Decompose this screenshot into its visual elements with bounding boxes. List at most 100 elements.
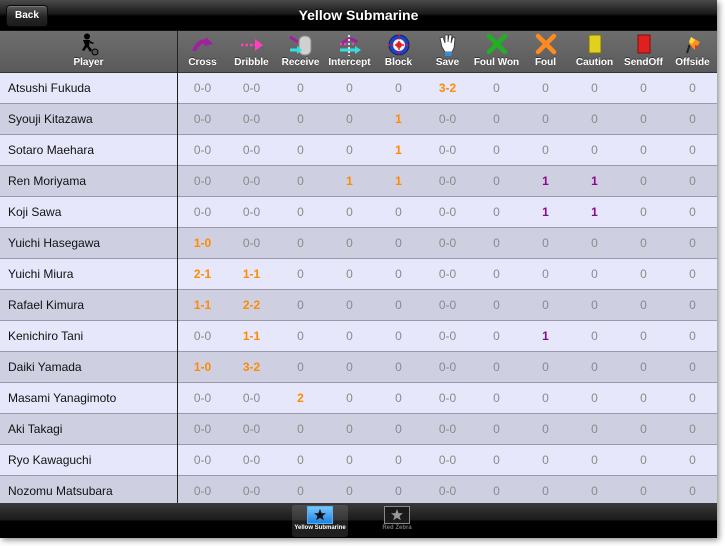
stat-cell-caution[interactable]: 0 <box>570 73 619 103</box>
stat-cell-save[interactable]: 0-0 <box>423 476 472 506</box>
stat-cell-intercept[interactable]: 0 <box>325 352 374 382</box>
stat-cell-intercept[interactable]: 0 <box>325 445 374 475</box>
header-dribble[interactable]: Dribble <box>227 31 276 72</box>
stat-cell-block[interactable]: 0 <box>374 259 423 289</box>
header-foul[interactable]: Foul <box>521 31 570 72</box>
stat-cell-sendoff[interactable]: 0 <box>619 414 668 444</box>
table-row[interactable]: Aki Takagi 0-0 0-0 0 0 0 0-0 0 0 0 0 0 <box>0 414 717 445</box>
stat-cell-dribble[interactable]: 2-2 <box>227 290 276 320</box>
stat-cell-receive[interactable]: 0 <box>276 259 325 289</box>
stat-cell-sendoff[interactable]: 0 <box>619 352 668 382</box>
table-row[interactable]: Masami Yanagimoto 0-0 0-0 2 0 0 0-0 0 0 0 0 0 <box>0 383 717 414</box>
stat-cell-cross[interactable]: 0-0 <box>178 104 227 134</box>
stat-cell-offside[interactable]: 0 <box>668 197 717 227</box>
stat-cell-foul[interactable]: 0 <box>521 228 570 258</box>
stat-cell-foul[interactable]: 0 <box>521 352 570 382</box>
stat-cell-foul[interactable]: 0 <box>521 445 570 475</box>
stat-cell-receive[interactable]: 0 <box>276 476 325 506</box>
stat-cell-offside[interactable]: 0 <box>668 135 717 165</box>
stat-cell-cross[interactable]: 2-1 <box>178 259 227 289</box>
stat-cell-receive[interactable]: 0 <box>276 445 325 475</box>
stat-cell-caution[interactable]: 0 <box>570 228 619 258</box>
stat-cell-foul_won[interactable]: 0 <box>472 73 521 103</box>
stat-cell-dribble[interactable]: 1-1 <box>227 321 276 351</box>
stat-cell-caution[interactable]: 0 <box>570 104 619 134</box>
stat-cell-block[interactable]: 0 <box>374 73 423 103</box>
table-row[interactable]: Ren Moriyama 0-0 0-0 0 1 1 0-0 0 1 1 0 0 <box>0 166 717 197</box>
table-row[interactable]: Yuichi Hasegawa 1-0 0-0 0 0 0 0-0 0 0 0 0 0 <box>0 228 717 259</box>
stat-cell-intercept[interactable]: 0 <box>325 73 374 103</box>
stat-cell-foul_won[interactable]: 0 <box>472 352 521 382</box>
stat-cell-caution[interactable]: 0 <box>570 476 619 506</box>
stat-cell-foul_won[interactable]: 0 <box>472 414 521 444</box>
stat-cell-cross[interactable]: 0-0 <box>178 166 227 196</box>
stat-cell-sendoff[interactable]: 0 <box>619 259 668 289</box>
stat-cell-caution[interactable]: 0 <box>570 135 619 165</box>
stat-cell-foul_won[interactable]: 0 <box>472 290 521 320</box>
stat-cell-offside[interactable]: 0 <box>668 383 717 413</box>
stat-cell-block[interactable]: 0 <box>374 197 423 227</box>
stat-cell-receive[interactable]: 0 <box>276 73 325 103</box>
stat-cell-save[interactable]: 0-0 <box>423 135 472 165</box>
stat-cell-save[interactable]: 0-0 <box>423 197 472 227</box>
stat-cell-block[interactable]: 0 <box>374 352 423 382</box>
stat-cell-foul[interactable]: 0 <box>521 104 570 134</box>
table-row[interactable]: Koji Sawa 0-0 0-0 0 0 0 0-0 0 1 1 0 0 <box>0 197 717 228</box>
stat-cell-offside[interactable]: 0 <box>668 104 717 134</box>
stat-cell-sendoff[interactable]: 0 <box>619 383 668 413</box>
stat-cell-dribble[interactable]: 0-0 <box>227 445 276 475</box>
stat-cell-offside[interactable]: 0 <box>668 290 717 320</box>
table-row[interactable]: Rafael Kimura 1-1 2-2 0 0 0 0-0 0 0 0 0 0 <box>0 290 717 321</box>
stat-cell-sendoff[interactable]: 0 <box>619 197 668 227</box>
header-player[interactable]: Player <box>0 31 177 72</box>
stat-cell-foul_won[interactable]: 0 <box>472 259 521 289</box>
stat-cell-sendoff[interactable]: 0 <box>619 166 668 196</box>
stat-cell-receive[interactable]: 0 <box>276 414 325 444</box>
stat-cell-block[interactable]: 0 <box>374 445 423 475</box>
table-row[interactable]: Yuichi Miura 2-1 1-1 0 0 0 0-0 0 0 0 0 0 <box>0 259 717 290</box>
stat-cell-receive[interactable]: 0 <box>276 166 325 196</box>
stat-cell-caution[interactable]: 0 <box>570 290 619 320</box>
stat-cell-dribble[interactable]: 0-0 <box>227 104 276 134</box>
stat-cell-foul_won[interactable]: 0 <box>472 135 521 165</box>
stat-cell-dribble[interactable]: 0-0 <box>227 197 276 227</box>
stat-cell-foul_won[interactable]: 0 <box>472 228 521 258</box>
stat-cell-foul[interactable]: 1 <box>521 197 570 227</box>
stat-cell-save[interactable]: 0-0 <box>423 414 472 444</box>
stat-cell-caution[interactable]: 0 <box>570 352 619 382</box>
header-offside[interactable]: Offside <box>668 31 717 72</box>
table-row[interactable]: Syouji Kitazawa 0-0 0-0 0 0 1 0-0 0 0 0 0 0 <box>0 104 717 135</box>
stat-cell-receive[interactable]: 2 <box>276 383 325 413</box>
stat-cell-offside[interactable]: 0 <box>668 259 717 289</box>
stat-cell-save[interactable]: 0-0 <box>423 104 472 134</box>
stat-cell-sendoff[interactable]: 0 <box>619 445 668 475</box>
header-receive[interactable]: Receive <box>276 31 325 72</box>
stat-cell-offside[interactable]: 0 <box>668 166 717 196</box>
stat-cell-block[interactable]: 0 <box>374 321 423 351</box>
stat-cell-caution[interactable]: 0 <box>570 259 619 289</box>
stat-cell-dribble[interactable]: 0-0 <box>227 228 276 258</box>
stat-cell-sendoff[interactable]: 0 <box>619 228 668 258</box>
table-row[interactable]: Kenichiro Tani 0-0 1-1 0 0 0 0-0 0 1 0 0 0 <box>0 321 717 352</box>
header-foul-won[interactable]: Foul Won <box>472 31 521 72</box>
stat-cell-foul_won[interactable]: 0 <box>472 321 521 351</box>
stat-cell-foul_won[interactable]: 0 <box>472 383 521 413</box>
stat-cell-intercept[interactable]: 0 <box>325 228 374 258</box>
stat-cell-block[interactable]: 0 <box>374 414 423 444</box>
stat-cell-intercept[interactable]: 0 <box>325 476 374 506</box>
header-cross[interactable]: Cross <box>178 31 227 72</box>
header-sendoff[interactable]: SendOff <box>619 31 668 72</box>
stat-cell-foul[interactable]: 0 <box>521 414 570 444</box>
stat-cell-save[interactable]: 0-0 <box>423 259 472 289</box>
stat-cell-foul_won[interactable]: 0 <box>472 166 521 196</box>
stat-cell-block[interactable]: 1 <box>374 104 423 134</box>
stat-cell-foul[interactable]: 1 <box>521 166 570 196</box>
stat-cell-cross[interactable]: 0-0 <box>178 383 227 413</box>
stat-cell-receive[interactable]: 0 <box>276 228 325 258</box>
table-row[interactable]: Atsushi Fukuda 0-0 0-0 0 0 0 3-2 0 0 0 0 0 <box>0 73 717 104</box>
stat-cell-caution[interactable]: 1 <box>570 197 619 227</box>
stat-cell-foul_won[interactable]: 0 <box>472 476 521 506</box>
stat-cell-block[interactable]: 0 <box>374 383 423 413</box>
stat-cell-receive[interactable]: 0 <box>276 135 325 165</box>
stat-cell-sendoff[interactable]: 0 <box>619 476 668 506</box>
